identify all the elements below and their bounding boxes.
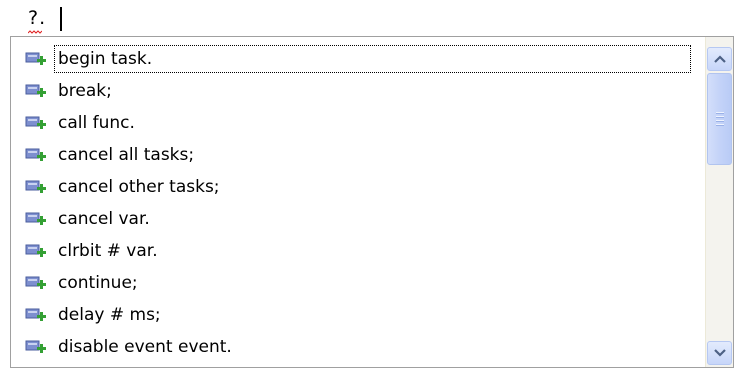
autocomplete-window: ?. begin task. break; call func. cancel … [0, 0, 736, 371]
completion-item[interactable]: cancel var. [11, 203, 705, 235]
completion-item[interactable]: disable event event. [11, 331, 705, 363]
thumb-grip-line [716, 124, 724, 126]
spelling-error-underline [28, 30, 42, 34]
completion-item[interactable]: begin task. [11, 43, 705, 75]
completion-item-label: disable event event. [58, 337, 232, 357]
completion-item-label: call func. [58, 113, 135, 133]
thumb-grip-line [716, 112, 724, 114]
scroll-down-button[interactable] [707, 341, 732, 365]
insert-snippet-icon [25, 84, 46, 97]
completion-item-label: cancel all tasks; [58, 145, 195, 165]
vertical-scrollbar[interactable] [705, 37, 733, 367]
scroll-up-button[interactable] [707, 47, 732, 71]
completion-popup: begin task. break; call func. cancel all… [10, 36, 734, 368]
insert-snippet-icon [25, 276, 46, 289]
insert-snippet-icon [25, 180, 46, 193]
completion-item[interactable]: cancel all tasks; [11, 139, 705, 171]
completion-item-label: clrbit # var. [58, 241, 158, 261]
completion-list[interactable]: begin task. break; call func. cancel all… [11, 43, 705, 367]
chevron-up-icon [714, 55, 726, 63]
completion-item-label: begin task. [54, 45, 691, 73]
completion-item[interactable]: call func. [11, 107, 705, 139]
completion-item-label: delay # ms; [58, 305, 161, 325]
text-caret [60, 7, 62, 31]
completion-item-label: cancel other tasks; [58, 177, 220, 197]
scroll-thumb[interactable] [707, 73, 732, 165]
editor-line[interactable]: ?. [0, 0, 736, 34]
thumb-grip-line [716, 120, 724, 122]
insert-snippet-icon [25, 308, 46, 321]
completion-item[interactable]: cancel other tasks; [11, 171, 705, 203]
editor-text: ?. [28, 7, 47, 29]
insert-snippet-icon [25, 148, 46, 161]
insert-snippet-icon [25, 52, 46, 65]
completion-item-label: break; [58, 81, 112, 101]
completion-item[interactable]: clrbit # var. [11, 235, 705, 267]
insert-snippet-icon [25, 116, 46, 129]
completion-item[interactable]: delay # ms; [11, 299, 705, 331]
chevron-down-icon [714, 349, 726, 357]
insert-snippet-icon [25, 244, 46, 257]
insert-snippet-icon [25, 340, 46, 353]
thumb-grip-line [716, 116, 724, 118]
completion-item[interactable]: continue; [11, 267, 705, 299]
completion-item-label: cancel var. [58, 209, 150, 229]
insert-snippet-icon [25, 212, 46, 225]
completion-item[interactable]: break; [11, 75, 705, 107]
completion-item-label: continue; [58, 273, 138, 293]
